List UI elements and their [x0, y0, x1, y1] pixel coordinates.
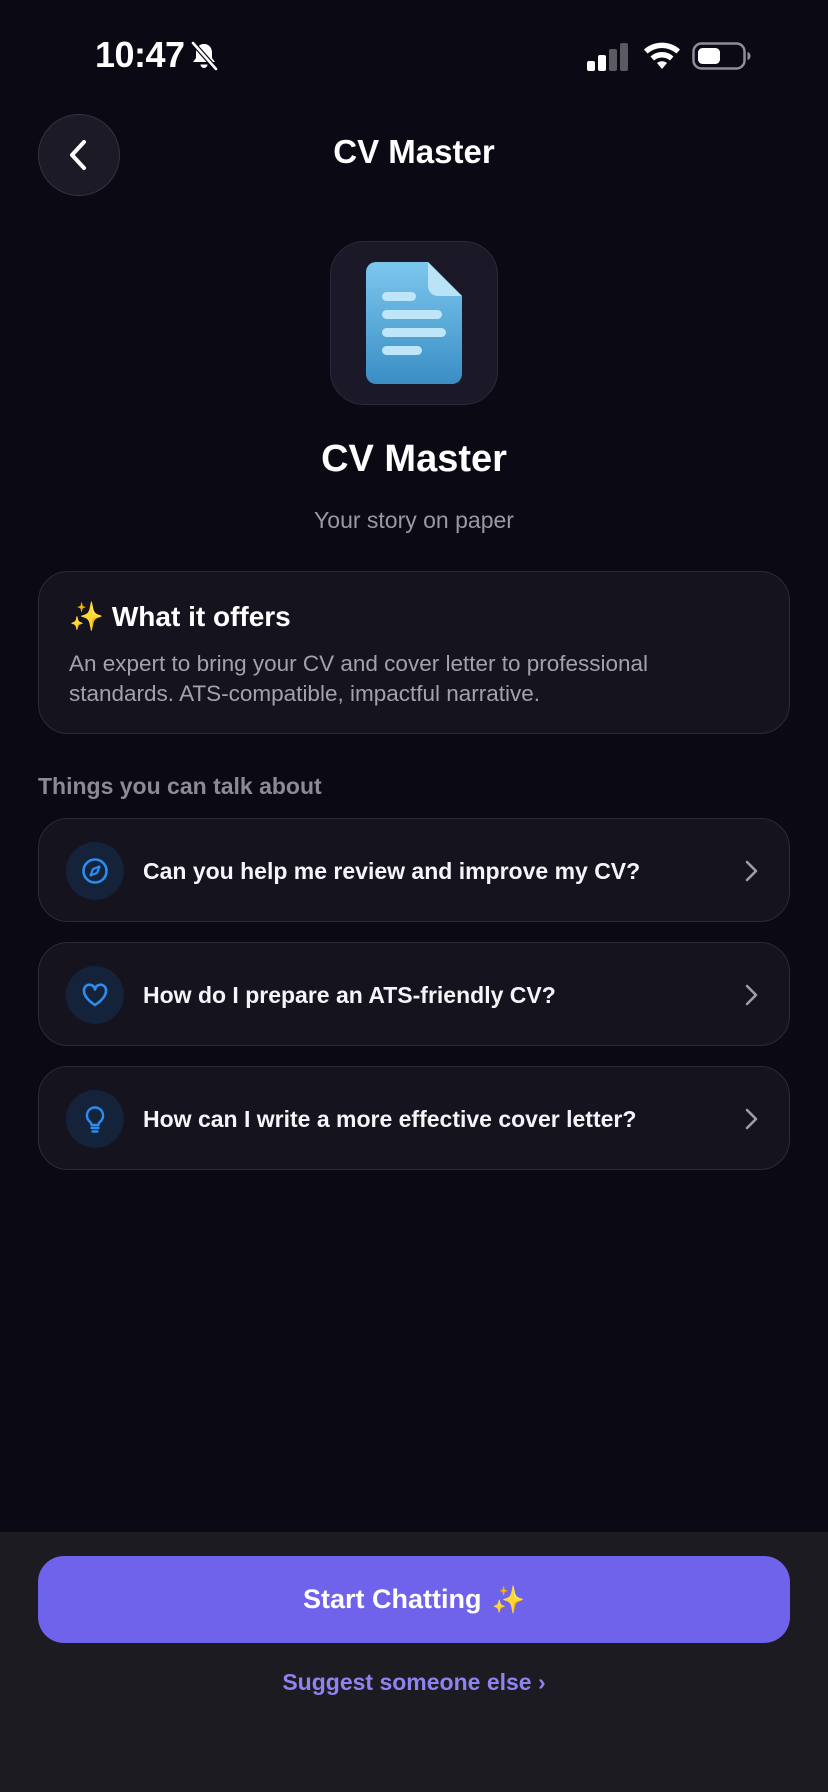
offers-card: ✨ What it offers An expert to bring your…: [38, 571, 790, 734]
topic-item[interactable]: How do I prepare an ATS-friendly CV?: [38, 942, 790, 1046]
cellular-signal-icon: [587, 43, 628, 71]
sparkles-icon: ✨: [491, 1584, 526, 1615]
topics-section-label: Things you can talk about: [38, 773, 322, 799]
agent-tagline: Your story on paper: [314, 507, 514, 533]
chevron-right-icon: [745, 984, 758, 1006]
agent-name: CV Master: [321, 438, 507, 480]
wifi-icon: [644, 42, 680, 69]
status-bar: 10:47: [0, 0, 828, 110]
start-chatting-button[interactable]: Start Chatting ✨: [38, 1556, 790, 1643]
page-title: CV Master: [333, 133, 495, 170]
compass-icon: [66, 842, 124, 900]
chevron-right-icon: [745, 860, 758, 882]
bell-slash-icon: [191, 41, 218, 71]
heart-icon: [66, 966, 124, 1024]
offers-heading: ✨ What it offers: [69, 600, 759, 633]
document-icon: [366, 262, 462, 384]
suggest-someone-else-link[interactable]: Suggest someone else ›: [0, 1669, 828, 1696]
lightbulb-icon: [66, 1090, 124, 1148]
offers-description: An expert to bring your CV and cover let…: [69, 651, 649, 706]
agent-avatar: [330, 241, 498, 405]
topic-text: Can you help me review and improve my CV…: [143, 858, 641, 884]
topic-item[interactable]: Can you help me review and improve my CV…: [38, 818, 790, 922]
status-time: 10:47: [95, 34, 185, 75]
battery-icon: [692, 42, 751, 70]
chevron-right-icon: [745, 1108, 758, 1130]
topic-text: How do I prepare an ATS-friendly CV?: [143, 982, 556, 1008]
topic-item[interactable]: How can I write a more effective cover l…: [38, 1066, 790, 1170]
agent-detail-screen: 10:47 CV Master CV Master Your story on …: [0, 0, 828, 1792]
start-chatting-label: Start Chatting: [302, 1584, 482, 1614]
sparkles-icon: ✨: [69, 601, 104, 632]
topic-text: How can I write a more effective cover l…: [143, 1106, 637, 1132]
offers-title: What it offers: [111, 600, 291, 632]
